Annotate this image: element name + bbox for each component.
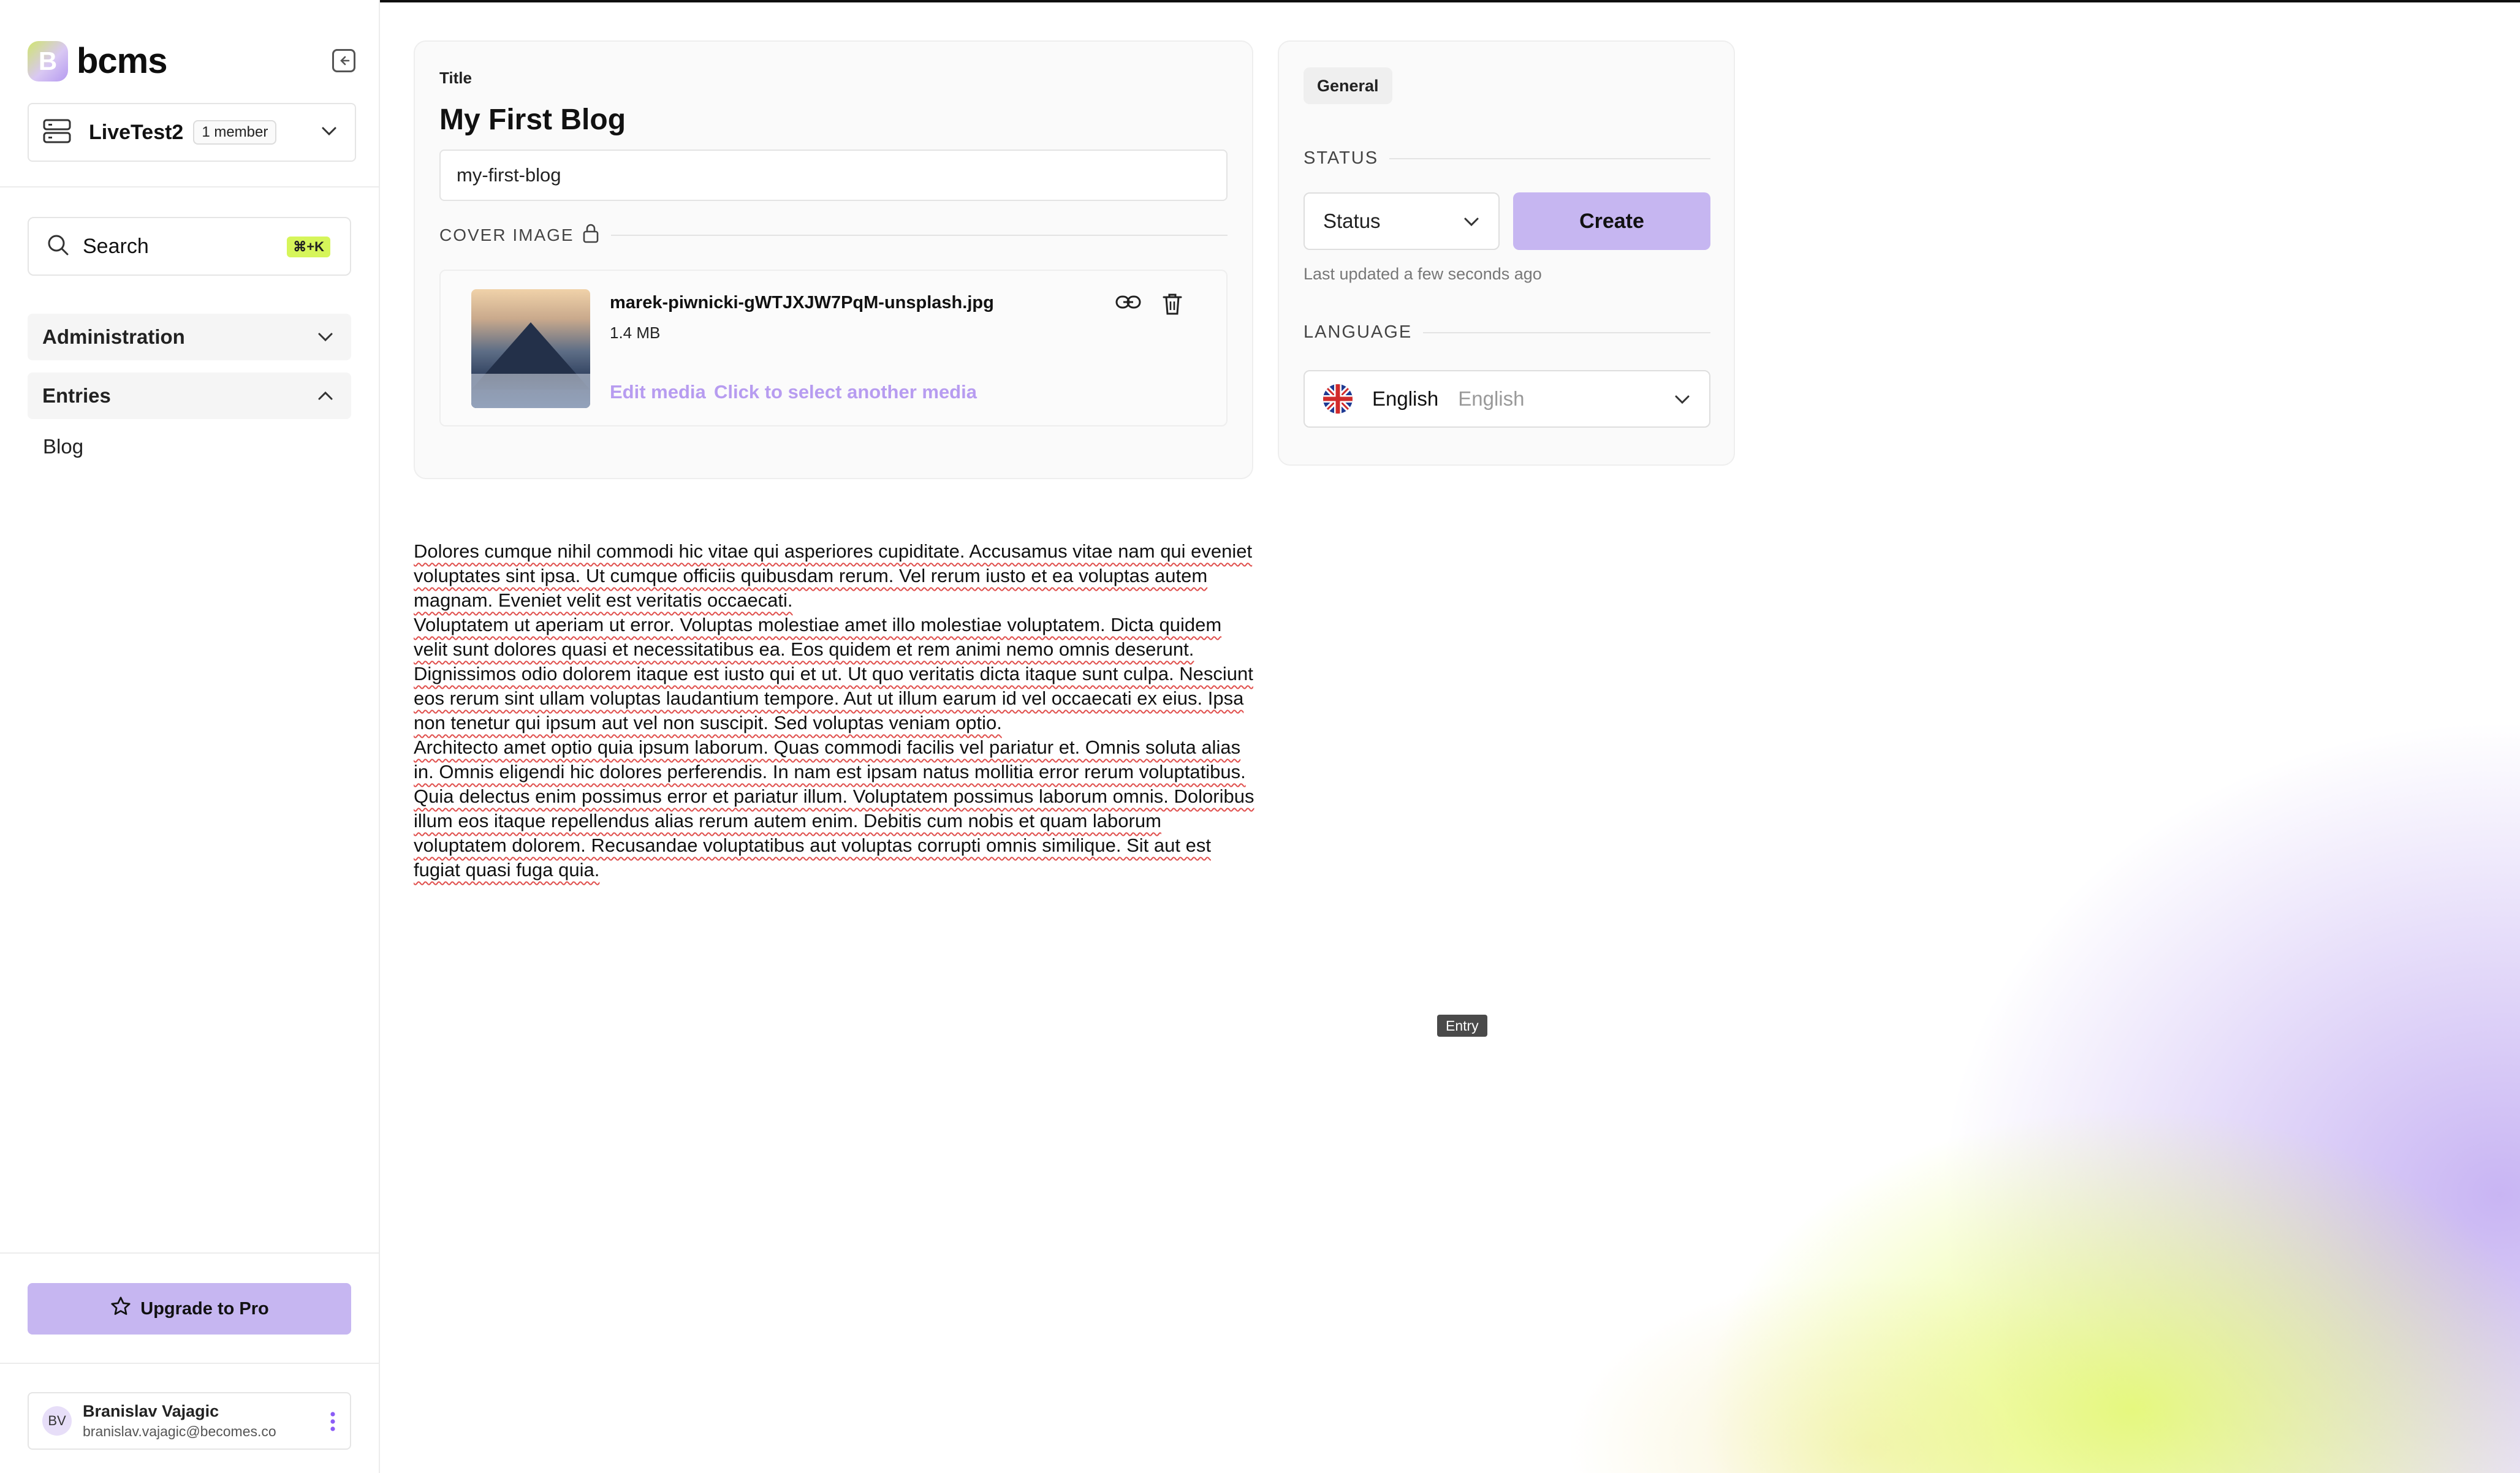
collapse-sidebar-icon[interactable] <box>332 49 355 72</box>
chevron-down-icon <box>319 121 339 144</box>
edit-media-link[interactable]: Edit media <box>610 381 706 403</box>
chevron-down-icon <box>316 327 335 352</box>
section-divider <box>1423 331 1710 333</box>
avatar: BV <box>42 1406 72 1436</box>
upgrade-label: Upgrade to Pro <box>140 1298 269 1319</box>
entry-content-editor[interactable]: Dolores cumque nihil commodi hic vitae q… <box>414 539 1256 882</box>
sidebar-divider <box>0 1252 380 1254</box>
status-select[interactable]: Status <box>1304 192 1500 250</box>
search-label: Search <box>83 234 149 258</box>
status-select-value: Status <box>1323 210 1381 232</box>
nav-subitem-blog[interactable]: Blog <box>43 435 83 458</box>
status-section-header: STATUS <box>1304 148 1710 169</box>
user-card[interactable]: BV Branislav Vajagic branislav.vajagic@b… <box>28 1392 351 1450</box>
uk-flag-icon <box>1323 384 1353 414</box>
media-file-name: marek-piwnicki-gWTJXJW7PqM-unsplash.jpg <box>610 293 994 312</box>
chevron-up-icon <box>316 386 335 411</box>
logo[interactable]: B bcms <box>28 40 168 81</box>
language-name: English <box>1372 387 1439 410</box>
app-name: bcms <box>77 41 168 81</box>
search-input[interactable]: Search ⌘+K <box>28 217 351 276</box>
entry-meta-card: Title My First Blog my-first-blog COVER … <box>414 40 1253 479</box>
cover-image-header: COVER IMAGE <box>439 223 1228 247</box>
members-badge: 1 member <box>193 120 277 145</box>
nav-item-label: Entries <box>42 384 111 407</box>
language-native-name: English <box>1458 387 1525 410</box>
sidebar-divider <box>0 1363 380 1364</box>
more-vertical-icon[interactable] <box>329 1409 336 1437</box>
select-media-link[interactable]: Click to select another media <box>714 381 977 403</box>
media-file-size: 1.4 MB <box>610 324 661 342</box>
search-icon <box>46 233 70 260</box>
sidebar-divider <box>0 186 380 187</box>
cover-divider <box>610 234 1228 236</box>
create-button[interactable]: Create <box>1513 192 1710 250</box>
user-info: Branislav Vajagic branislav.vajagic@beco… <box>83 1402 276 1440</box>
star-icon <box>110 1295 132 1322</box>
entry-tooltip: Entry <box>1437 1015 1487 1037</box>
section-divider <box>1389 157 1710 159</box>
media-item: marek-piwnicki-gWTJXJW7PqM-unsplash.jpg … <box>439 270 1228 426</box>
project-name: LiveTest2 <box>89 120 184 144</box>
lock-icon <box>582 223 600 247</box>
slug-field[interactable]: my-first-blog <box>439 150 1228 201</box>
nav-item-administration[interactable]: Administration <box>28 314 351 360</box>
entry-settings-card: General STATUS Status Create Last update… <box>1278 40 1735 466</box>
status-section-label: STATUS <box>1304 148 1379 168</box>
last-updated-text: Last updated a few seconds ago <box>1304 265 1542 283</box>
sidebar: B bcms LiveTest2 1 member Search ⌘+K Adm… <box>0 0 380 1473</box>
nav-item-entries[interactable]: Entries <box>28 373 351 419</box>
cover-image-label: COVER IMAGE <box>439 225 574 244</box>
media-thumbnail[interactable] <box>471 289 590 408</box>
user-name: Branislav Vajagic <box>83 1402 219 1420</box>
language-section-label: LANGUAGE <box>1304 322 1413 342</box>
chevron-down-icon <box>1672 390 1692 412</box>
tab-general[interactable]: General <box>1304 67 1392 104</box>
user-email: branislav.vajagic@becomes.co <box>83 1423 276 1439</box>
content-paragraph: Voluptatem ut aperiam ut error. Voluptas… <box>414 614 1253 733</box>
content-paragraph: Dolores cumque nihil commodi hic vitae q… <box>414 540 1253 611</box>
title-label: Title <box>439 69 472 87</box>
trash-icon[interactable] <box>1161 292 1183 319</box>
upgrade-button[interactable]: Upgrade to Pro <box>28 1283 351 1335</box>
project-selector[interactable]: LiveTest2 1 member <box>28 103 356 162</box>
chevron-down-icon <box>1462 212 1481 237</box>
title-field[interactable]: My First Blog <box>439 103 626 137</box>
logo-mark-icon: B <box>28 40 68 81</box>
content-paragraph: Architecto amet optio quia ipsum laborum… <box>414 736 1254 880</box>
link-icon[interactable] <box>1115 293 1142 314</box>
nav-item-label: Administration <box>42 325 185 348</box>
language-section-header: LANGUAGE <box>1304 322 1710 343</box>
search-shortcut-badge: ⌘+K <box>287 237 330 257</box>
mist-shape <box>471 374 590 408</box>
server-icon <box>42 118 72 148</box>
language-select[interactable]: English English <box>1304 370 1710 428</box>
